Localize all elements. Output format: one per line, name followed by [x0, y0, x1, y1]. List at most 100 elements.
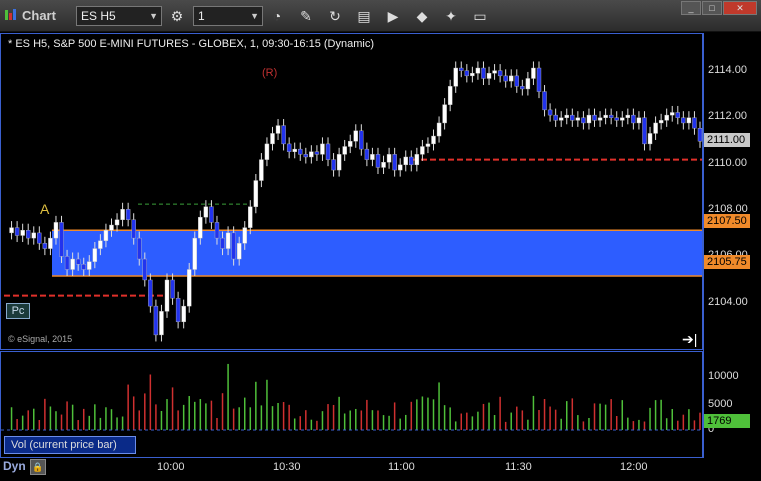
candle — [187, 269, 192, 307]
candle — [559, 117, 564, 121]
chart-canvas[interactable]: (R) A — [0, 0, 761, 481]
price-tick: 2112.00 — [708, 110, 747, 122]
candle — [470, 73, 475, 77]
lock-icon[interactable]: 🔒 — [30, 459, 46, 475]
r-marker: (R) — [262, 67, 277, 79]
candle — [109, 224, 114, 231]
candle — [137, 237, 142, 260]
candle — [253, 180, 259, 207]
candle — [103, 230, 109, 241]
candle — [536, 67, 542, 92]
scroll-to-end-icon[interactable]: ➔| — [682, 331, 697, 348]
candle — [342, 146, 347, 155]
candle — [275, 125, 281, 134]
candle — [547, 109, 553, 116]
candle — [481, 67, 486, 79]
price-tick: 2110.00 — [708, 157, 747, 169]
candle — [597, 117, 603, 121]
candle — [386, 154, 392, 163]
candle — [564, 114, 569, 118]
range-band — [52, 230, 702, 277]
candle — [53, 222, 59, 239]
candle — [614, 117, 619, 121]
candle — [509, 75, 514, 82]
candle — [120, 209, 125, 220]
pc-button[interactable]: Pc — [6, 303, 30, 319]
band-upper-tag: 2107.50 — [704, 214, 750, 228]
candle — [675, 112, 680, 118]
volume-study-tab[interactable]: Vol (current price bar) — [4, 436, 136, 454]
candle — [270, 133, 275, 145]
candle — [59, 222, 64, 257]
candle — [442, 104, 447, 124]
candle — [364, 148, 370, 160]
candle — [192, 237, 197, 270]
candle — [175, 298, 181, 323]
candle — [670, 112, 675, 116]
candle — [87, 261, 92, 270]
candle — [114, 219, 120, 226]
candle — [531, 67, 536, 79]
candle — [525, 78, 531, 90]
candle — [453, 67, 458, 87]
candle — [375, 154, 381, 168]
candle — [303, 154, 309, 158]
candle — [681, 117, 686, 124]
candle — [464, 70, 470, 77]
volume-tick: 5000 — [708, 398, 733, 410]
candle — [520, 86, 525, 90]
candle — [664, 114, 669, 121]
candle — [392, 154, 397, 171]
candle — [181, 305, 186, 323]
candle — [37, 232, 42, 244]
candle — [359, 130, 364, 150]
candle — [381, 162, 386, 168]
candle — [620, 117, 625, 121]
candle — [131, 219, 136, 239]
candle — [658, 120, 664, 124]
candle — [281, 125, 286, 145]
candle — [631, 114, 636, 124]
candle — [697, 127, 703, 142]
dynamic-mode-label: Dyn — [3, 459, 26, 473]
candle — [309, 151, 314, 158]
candle — [98, 240, 103, 249]
candle — [459, 67, 464, 71]
candle — [314, 151, 320, 155]
candle — [409, 156, 414, 166]
candle — [592, 114, 597, 121]
candle — [647, 133, 653, 145]
candle — [26, 230, 31, 239]
candle — [475, 67, 481, 74]
candle — [642, 117, 647, 145]
time-label: 10:00 — [157, 461, 185, 473]
candle — [20, 230, 25, 236]
candle — [170, 279, 175, 299]
candle — [414, 154, 420, 166]
candle — [75, 258, 81, 265]
candle — [292, 148, 297, 152]
candle — [286, 143, 292, 152]
candle — [603, 114, 608, 118]
candle — [209, 206, 214, 223]
candle — [331, 159, 336, 171]
candle — [81, 264, 86, 270]
candle — [64, 256, 70, 270]
a-marker: A — [40, 201, 50, 217]
candle — [447, 86, 453, 105]
candle — [692, 117, 697, 129]
candle — [403, 156, 408, 166]
candle — [9, 227, 14, 234]
candle — [225, 232, 231, 249]
candle — [608, 114, 614, 118]
candle — [231, 232, 236, 260]
time-label: 10:30 — [273, 461, 301, 473]
candle — [497, 70, 503, 77]
candle — [159, 311, 164, 336]
candle — [542, 91, 547, 111]
candle — [264, 143, 270, 160]
band-lower-tag: 2105.75 — [704, 255, 750, 269]
candle — [125, 209, 131, 220]
candle — [492, 70, 497, 74]
price-tick: 2104.00 — [708, 296, 748, 308]
